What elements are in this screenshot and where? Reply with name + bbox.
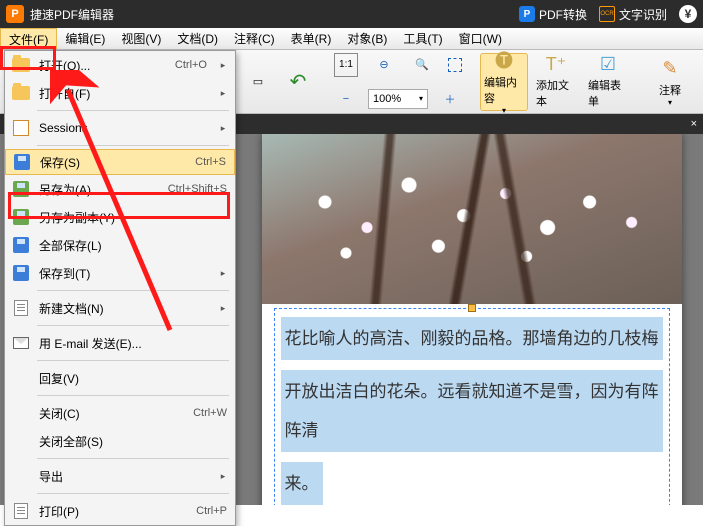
ocr-button[interactable]: OCR 文字识别 bbox=[599, 6, 667, 23]
text-line[interactable]: 开放出洁白的花朵。远看就知道不是雪，因为有阵阵清 bbox=[281, 370, 663, 452]
mail-icon bbox=[13, 337, 29, 349]
edit-content-button[interactable]: 🅣 编辑内容 ▾ bbox=[480, 53, 528, 111]
fit-page-icon[interactable]: 1:1 bbox=[330, 50, 362, 80]
menu-send-email[interactable]: 用 E-mail 发送(E)... bbox=[5, 329, 235, 357]
save-all-icon bbox=[13, 237, 29, 253]
menu-object[interactable]: 对象(B) bbox=[339, 28, 395, 49]
text-line[interactable]: 来。 bbox=[281, 462, 323, 505]
menu-view[interactable]: 视图(V) bbox=[113, 28, 169, 49]
menu-save-all[interactable]: 全部保存(L) bbox=[5, 231, 235, 259]
menu-window[interactable]: 窗口(W) bbox=[451, 28, 510, 49]
ocr-icon: OCR bbox=[599, 6, 615, 22]
save-to-icon bbox=[13, 265, 29, 281]
menu-open-from[interactable]: 打开自(F) ▸ bbox=[5, 79, 235, 107]
titlebar: P 捷速PDF编辑器 P PDF转换 OCR 文字识别 ¥ bbox=[0, 0, 703, 28]
document-icon bbox=[14, 300, 28, 316]
annotate-button[interactable]: ✎ 注释 ▾ bbox=[646, 53, 694, 111]
menu-document[interactable]: 文档(D) bbox=[169, 28, 226, 49]
marquee-zoom-icon[interactable] bbox=[444, 55, 466, 75]
pdf-convert-icon: P bbox=[519, 6, 535, 22]
menu-tools[interactable]: 工具(T) bbox=[395, 28, 450, 49]
menu-new-doc[interactable]: 新建文档(N) ▸ bbox=[5, 294, 235, 322]
print-icon bbox=[14, 503, 28, 519]
page: 花比喻人的高洁、刚毅的品格。那墙角边的几枝梅 开放出洁白的花朵。远看就知道不是雪… bbox=[262, 134, 682, 505]
zoom-input[interactable]: 100%▾ bbox=[368, 89, 428, 109]
menu-print[interactable]: 打印(P) Ctrl+P bbox=[5, 497, 235, 525]
tab-close-icon[interactable]: × bbox=[691, 118, 697, 130]
menu-open[interactable]: 打开(O)... Ctrl+O ▸ bbox=[5, 51, 235, 79]
menubar: 文件(F) 编辑(E) 视图(V) 文档(D) 注释(C) 表单(R) 对象(B… bbox=[0, 28, 703, 50]
zoom-tool-icon[interactable]: 🔍 bbox=[406, 50, 438, 80]
add-text-button[interactable]: T⁺ 添加文本 bbox=[532, 53, 580, 111]
menu-file[interactable]: 文件(F) bbox=[0, 28, 57, 49]
zoom-out-icon[interactable]: ⊖ bbox=[368, 50, 400, 80]
purchase-icon[interactable]: ¥ bbox=[679, 5, 697, 23]
app-title: 捷速PDF编辑器 bbox=[30, 6, 114, 23]
menu-form[interactable]: 表单(R) bbox=[283, 28, 340, 49]
menu-revert[interactable]: 回复(V) bbox=[5, 364, 235, 392]
menu-save-to[interactable]: 保存到(T) ▸ bbox=[5, 259, 235, 287]
text-line[interactable]: 花比喻人的高洁、刚毅的品格。那墙角边的几枝梅 bbox=[281, 317, 663, 360]
menu-export[interactable]: 导出 ▸ bbox=[5, 462, 235, 490]
file-menu-dropdown: 打开(O)... Ctrl+O ▸ 打开自(F) ▸ Sessions ▸ 保存… bbox=[4, 50, 236, 526]
save-copy-icon bbox=[13, 209, 29, 225]
folder-icon bbox=[12, 58, 30, 72]
menu-comment[interactable]: 注释(C) bbox=[226, 28, 283, 49]
save-as-icon bbox=[13, 181, 29, 197]
text-selection-frame[interactable]: 花比喻人的高洁、刚毅的品格。那墙角边的几枝梅 开放出洁白的花朵。远看就知道不是雪… bbox=[274, 308, 670, 505]
menu-edit[interactable]: 编辑(E) bbox=[57, 28, 113, 49]
menu-save-copy[interactable]: 另存为副本(Y) bbox=[5, 203, 235, 231]
selection-handle-icon[interactable] bbox=[468, 304, 476, 312]
document-image bbox=[262, 134, 682, 304]
zoom-group: 1:1 ⊖ 🔍 − 100%▾ ＋ bbox=[330, 50, 466, 114]
menu-save[interactable]: 保存(S) Ctrl+S bbox=[5, 149, 235, 175]
folder-icon bbox=[12, 86, 30, 100]
sessions-icon bbox=[13, 120, 29, 136]
zoom-plus-icon[interactable]: ＋ bbox=[434, 84, 466, 114]
menu-close[interactable]: 关闭(C) Ctrl+W bbox=[5, 399, 235, 427]
menu-sessions[interactable]: Sessions ▸ bbox=[5, 114, 235, 142]
document-view[interactable]: 花比喻人的高洁、刚毅的品格。那墙角边的几枝梅 开放出洁白的花朵。远看就知道不是雪… bbox=[240, 134, 703, 505]
menu-save-as[interactable]: 另存为(A)... Ctrl+Shift+S bbox=[5, 175, 235, 203]
edit-form-button[interactable]: ☑ 编辑表单 bbox=[584, 53, 632, 111]
save-icon bbox=[14, 154, 30, 170]
menu-close-all[interactable]: 关闭全部(S) bbox=[5, 427, 235, 455]
toolbar-undo-icon[interactable]: ↶ bbox=[280, 67, 316, 97]
app-icon: P bbox=[6, 5, 24, 23]
pdf-convert-button[interactable]: P PDF转换 bbox=[519, 6, 587, 23]
toolbar-selection-icon[interactable]: ▭ bbox=[240, 67, 276, 97]
zoom-minus-icon[interactable]: − bbox=[330, 84, 362, 114]
